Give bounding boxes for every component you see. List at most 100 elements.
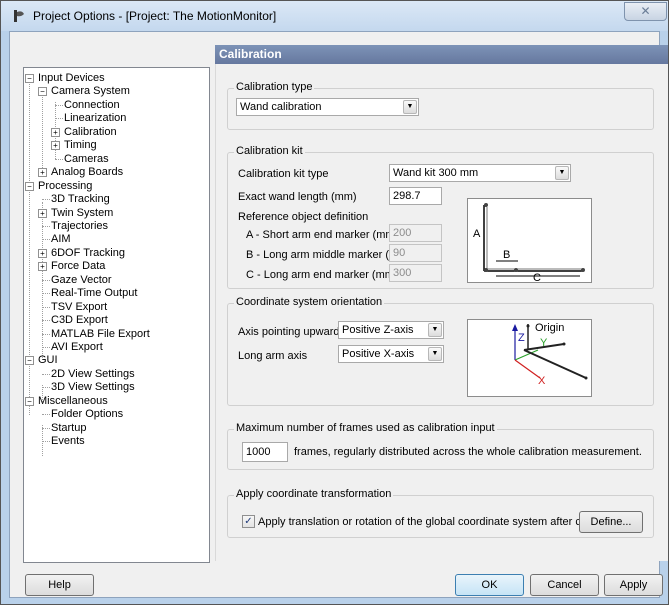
panel-header: Calibration [215,45,668,64]
diagram-label-c: C [533,272,541,284]
expand-icon[interactable]: + [38,248,47,258]
project-options-window: Project Options - [Project: The MotionMo… [0,0,669,605]
tree-connector [42,441,50,443]
tree-item-label: Calibration [64,125,117,138]
tree-item-label: Input Devices [38,72,105,84]
tree-item-label: Camera System [51,85,130,98]
kit-type-label: Calibration kit type [238,168,329,180]
ok-button[interactable]: OK [455,574,524,596]
tree-connector [42,199,50,201]
reference-definition-label: Reference object definition [238,211,369,223]
tree-item-label: 2D View Settings [51,367,135,380]
long-arm-end-label: C - Long arm end marker (mm) [246,269,398,281]
calibration-type-value: Wand calibration [240,101,322,113]
tree-item-label: AIM [51,233,71,246]
tree-connector [42,279,50,281]
expand-icon[interactable]: + [38,168,47,178]
axis-diagram-x-label: X [538,375,546,387]
long-arm-middle-input[interactable]: 90 [389,244,442,262]
long-arm-axis-select[interactable]: Positive X-axis ▼ [338,345,444,363]
long-arm-middle-label: B - Long arm middle marker (mm) [246,249,412,261]
title-bar[interactable]: Project Options - [Project: The MotionMo… [1,1,668,31]
tree-connector [42,225,50,227]
tree-item-label: Processing [38,179,93,192]
short-arm-input[interactable]: 200 [389,224,442,242]
expand-icon[interactable]: + [51,127,60,137]
axis-up-select[interactable]: Positive Z-axis ▼ [338,321,444,339]
tree-connector [42,414,50,416]
chevron-down-icon: ▼ [428,347,442,361]
apply-transform-checkbox[interactable]: ✓ [242,515,255,528]
tree-item-label: Twin System [51,206,114,219]
tree-item-label: GUI [38,354,58,367]
tree-connector [42,387,50,389]
tree-item-label: Connection [64,98,120,111]
tree-item-label: Gaze Vector [51,273,112,286]
expand-icon[interactable]: + [38,208,47,218]
frames-title: Maximum number of frames used as calibra… [234,422,497,434]
tree-item-label: Events [51,435,85,448]
tree-item-label: Miscellaneous [38,394,108,407]
define-button[interactable]: Define... [579,511,643,533]
tree-connector [42,373,50,375]
help-button[interactable]: Help [25,574,94,596]
axis-diagram-origin-label: Origin [535,322,565,334]
tree-connector [42,293,50,295]
tree-connector [42,333,50,335]
tree-item-label: 6DOF Tracking [51,246,125,259]
collapse-icon[interactable]: − [25,356,34,366]
diagram-label-a: A [473,228,481,240]
tree-connector [42,88,43,168]
tree-item-label: Folder Options [51,408,124,421]
app-icon [14,10,24,22]
axis-diagram: Origin Z Y X [467,319,592,397]
chevron-down-icon: ▼ [555,166,569,180]
short-arm-label: A - Short arm end marker (mm) [246,229,399,241]
calibration-type-title: Calibration type [234,81,315,93]
tree-item-label: Real-Time Output [51,287,138,300]
tree-connector [55,118,63,120]
collapse-icon[interactable]: − [38,87,47,97]
apply-button[interactable]: Apply [604,574,663,596]
options-tree[interactable]: − Input Devices − Camera System Connection Li… [23,67,210,563]
cancel-button[interactable]: Cancel [530,574,599,596]
window-title: Project Options - [Project: The MotionMo… [33,9,277,23]
axis-up-value: Positive Z-axis [342,324,414,336]
tree-item-label: Cameras [64,152,109,165]
tree-item-label: TSV Export [51,300,108,313]
wand-diagram-drawing [483,203,585,277]
tree-item-label: Force Data [51,260,106,273]
tree-item-label: 3D View Settings [51,381,135,394]
collapse-icon[interactable]: − [25,396,34,406]
calibration-type-select[interactable]: Wand calibration ▼ [236,98,419,116]
tree-connector [42,320,50,322]
close-button[interactable]: ✕ [624,2,667,21]
long-arm-axis-label: Long arm axis [238,350,308,362]
orientation-title: Coordinate system orientation [234,296,385,308]
tree-item-label: MATLAB File Export [51,327,150,340]
tree-connector [55,104,63,106]
wand-length-label: Exact wand length (mm) [238,191,357,203]
wand-length-input[interactable]: 298.7 [389,187,442,205]
expand-icon[interactable]: + [38,262,47,272]
diagram-label-b: B [503,249,511,261]
tree-item-label: Trajectories [51,219,109,232]
tree-item-label: 3D Tracking [51,193,110,206]
long-arm-end-input[interactable]: 300 [389,264,442,282]
axis-diagram-y-label: Y [540,337,548,349]
apply-transform-label[interactable]: Apply translation or rotation of the glo… [258,516,625,528]
wand-diagram: A B C [467,198,592,284]
tree-connector [55,158,63,160]
tree-item-label: Analog Boards [51,166,124,179]
tree-item-label: Timing [64,139,97,152]
kit-type-select[interactable]: Wand kit 300 mm ▼ [389,164,571,182]
collapse-icon[interactable]: − [25,74,34,83]
max-frames-input[interactable]: 1000 [242,442,288,462]
expand-icon[interactable]: + [51,141,60,151]
axis-diagram-drawing [512,324,588,380]
tree-item-label: AVI Export [51,341,103,353]
axis-up-label: Axis pointing upwards [238,326,346,338]
collapse-icon[interactable]: − [25,181,34,191]
tree-item-label: Linearization [64,112,127,125]
frames-description: frames, regularly distributed across the… [294,446,642,458]
